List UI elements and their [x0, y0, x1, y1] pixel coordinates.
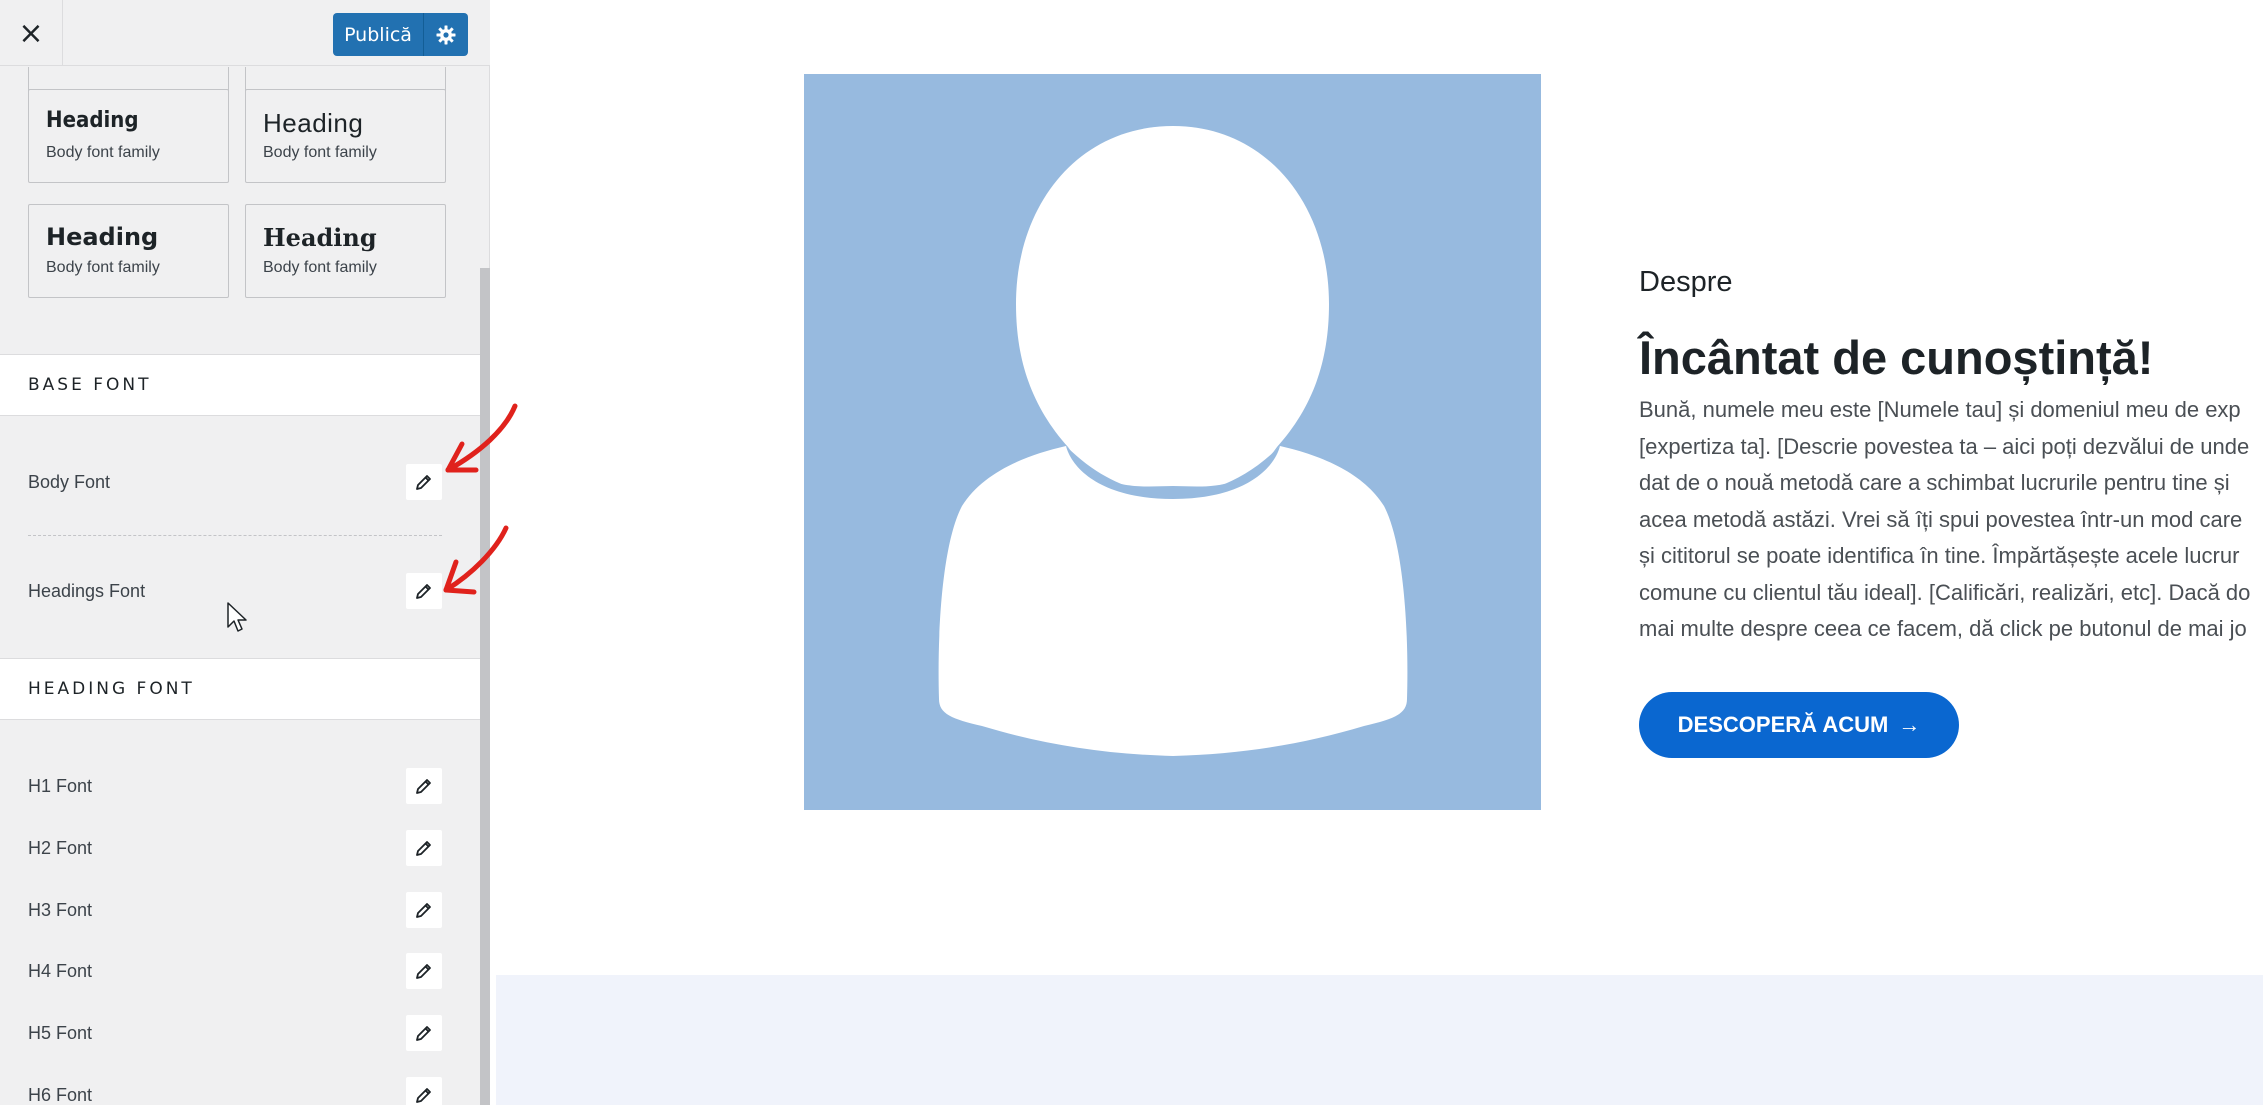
preset-body-sample: Body font family	[263, 259, 377, 276]
pencil-icon	[416, 841, 431, 856]
paragraph-line: și cititorul se poate identifica în tine…	[1639, 543, 2240, 568]
preset-body-sample: Body font family	[46, 144, 160, 161]
body-font-label: Body Font	[28, 472, 111, 492]
arrow-right-icon: →	[1898, 712, 1921, 737]
paragraph-line: [expertiza ta]. [Descrie povestea ta – a…	[1639, 433, 2250, 459]
edit-h3-font-button[interactable]	[406, 892, 442, 928]
edit-h1-font-button[interactable]	[406, 768, 442, 804]
row-divider	[28, 535, 442, 536]
h6-font-row: H6 Font	[0, 1075, 480, 1105]
about-section-text: Bună, numele meu este [Numele tau] și do…	[1639, 392, 2263, 648]
h6-font-label: H6 Font	[28, 1085, 93, 1105]
about-section-title: Încântat de cunoștință!	[1639, 331, 2154, 384]
person-silhouette-icon	[938, 126, 1408, 756]
font-preset-card[interactable]: Heading Body font family	[245, 204, 446, 298]
publish-group: Publică	[333, 13, 468, 56]
edit-h4-font-button[interactable]	[406, 953, 442, 989]
edit-h6-font-button[interactable]	[406, 1077, 442, 1105]
section-title: BASE FONT	[28, 375, 152, 395]
publish-button[interactable]: Publică	[333, 13, 423, 56]
preset-heading-sample: Heading	[46, 223, 159, 251]
pencil-icon	[416, 475, 431, 490]
base-font-section-header: BASE FONT	[0, 354, 480, 416]
pencil-icon	[416, 584, 431, 599]
edit-headings-font-button[interactable]	[406, 573, 442, 609]
gear-icon	[436, 25, 456, 44]
discover-now-button[interactable]: DESCOPERĂ ACUM →	[1639, 692, 1959, 758]
pencil-icon	[416, 1088, 431, 1103]
h2-font-label: H2 Font	[28, 838, 93, 858]
headings-font-label: Headings Font	[28, 581, 146, 601]
heading-font-section-header: HEADING FONT	[0, 658, 480, 720]
body-font-row: Body Font	[0, 462, 480, 502]
font-preset-card[interactable]: Heading Body font family	[28, 204, 229, 298]
paragraph-line: Bună, numele meu este [Numele tau] și do…	[1639, 397, 2241, 422]
h1-font-label: H1 Font	[28, 776, 93, 796]
h4-font-label: H4 Font	[28, 961, 93, 981]
paragraph-line: acea metodă astăzi. Vrei să îți spui pov…	[1639, 506, 2243, 532]
sidebar-scrollbar[interactable]	[480, 268, 490, 1105]
cta-label: DESCOPERĂ ACUM	[1677, 712, 1889, 737]
edit-h2-font-button[interactable]	[406, 830, 442, 866]
font-preset-card[interactable]: Heading Body font family	[245, 89, 446, 183]
close-button[interactable]: ×	[0, 0, 63, 66]
h1-font-row: H1 Font	[0, 766, 480, 806]
preset-heading-sample: Heading	[46, 108, 139, 133]
h5-font-label: H5 Font	[28, 1023, 93, 1043]
close-icon: ×	[18, 15, 44, 51]
paragraph-line: dat de o nouă metodă care a schimbat luc…	[1639, 470, 2230, 495]
publish-settings-button[interactable]	[423, 13, 468, 56]
pencil-icon	[416, 903, 431, 918]
customizer-topbar: × Publică	[0, 0, 490, 66]
sidebar-panel: Heading Body font family Heading Body fo…	[0, 67, 490, 1105]
paragraph-line: comune cu clientul tău ideal]. [Califică…	[1639, 579, 2251, 605]
paragraph-line: mai multe despre ceea ce facem, dă click…	[1639, 616, 2247, 641]
site-preview: Despre Încântat de cunoștință! Bună, num…	[491, 0, 2263, 1105]
h4-font-row: H4 Font	[0, 951, 480, 991]
font-preset-card[interactable]: Heading Body font family	[28, 89, 229, 183]
about-section-label: Despre	[1639, 266, 1733, 298]
h5-font-row: H5 Font	[0, 1013, 480, 1053]
pencil-icon	[416, 779, 431, 794]
h3-font-label: H3 Font	[28, 900, 93, 920]
h3-font-row: H3 Font	[0, 890, 480, 930]
preset-heading-sample: Heading	[263, 108, 364, 138]
h2-font-row: H2 Font	[0, 828, 480, 868]
customizer-sidebar: × Publică Heading Body font family Headi…	[0, 0, 490, 1105]
edit-h5-font-button[interactable]	[406, 1015, 442, 1051]
avatar-placeholder-image	[804, 74, 1541, 810]
section-title: HEADING FONT	[28, 679, 195, 699]
headings-font-row: Headings Font	[0, 571, 480, 611]
pencil-icon	[416, 1026, 431, 1041]
next-section-band	[496, 975, 2263, 1105]
preset-body-sample: Body font family	[46, 259, 160, 276]
preset-heading-sample: Heading	[263, 223, 377, 252]
preset-body-sample: Body font family	[263, 144, 377, 161]
edit-body-font-button[interactable]	[406, 464, 442, 500]
pencil-icon	[416, 964, 431, 979]
